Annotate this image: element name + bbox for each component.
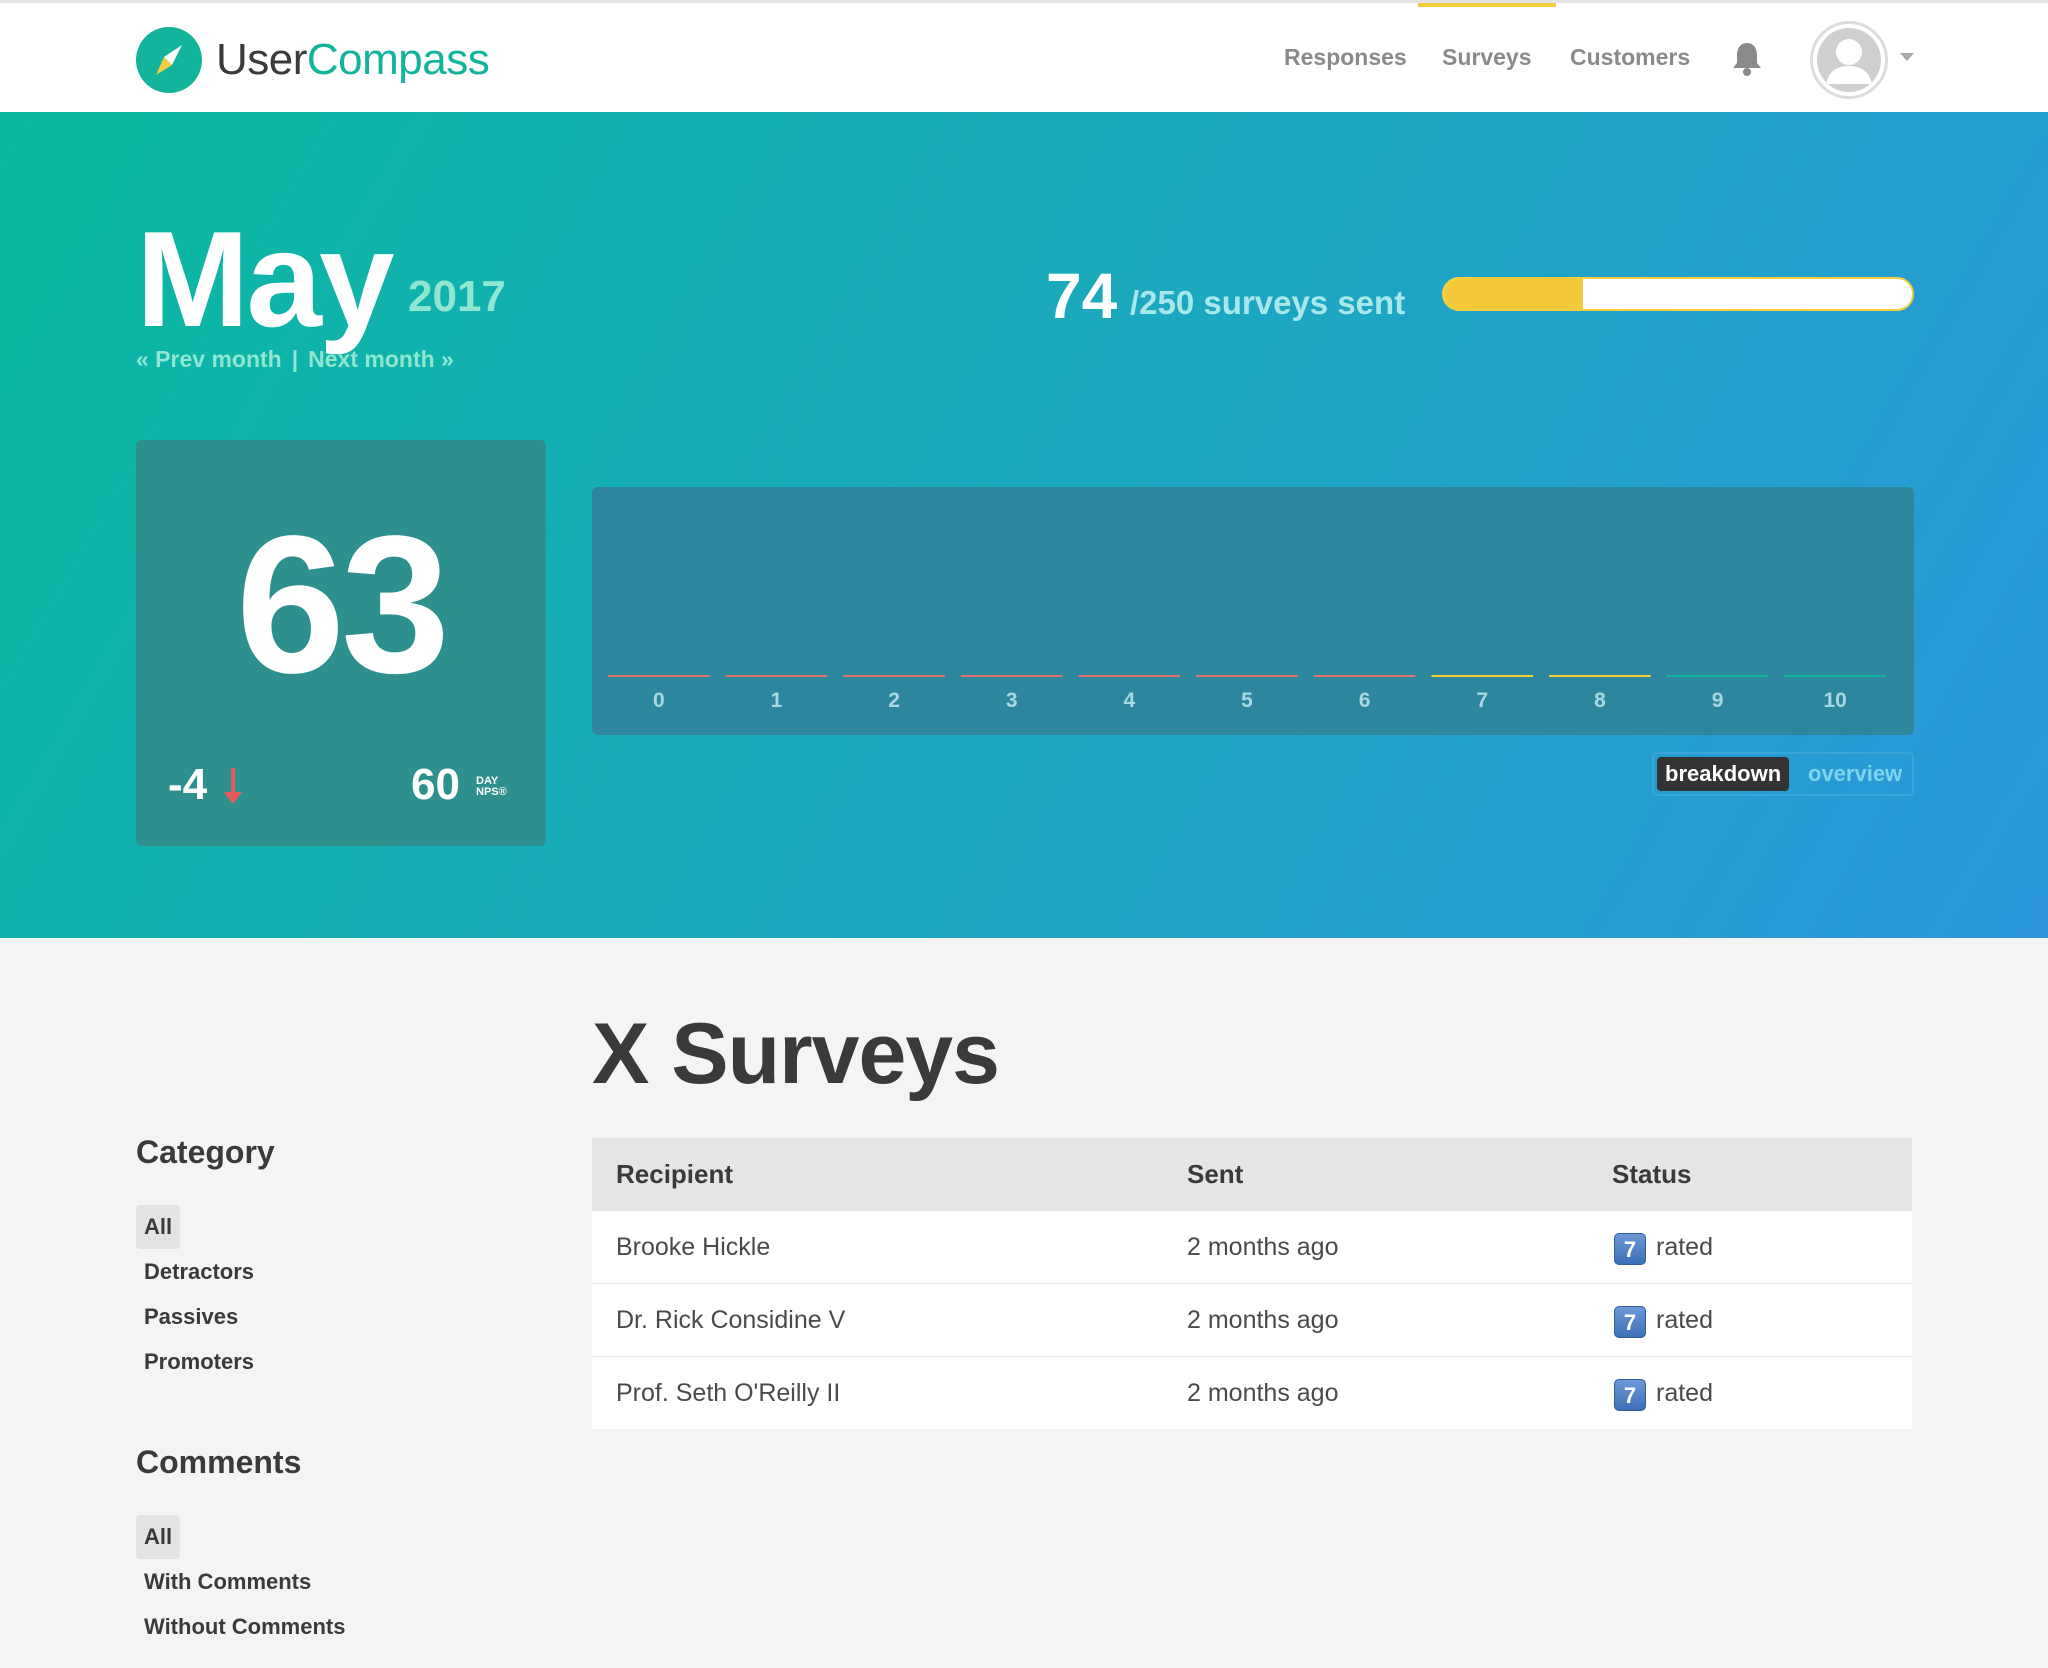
bar-score-8 xyxy=(1549,675,1651,677)
comments-filter-with-comments[interactable]: With Comments xyxy=(136,1560,319,1604)
category-filter-detractors[interactable]: Detractors xyxy=(136,1250,262,1294)
bar-score-6 xyxy=(1313,675,1416,677)
comments-filter-without-comments[interactable]: Without Comments xyxy=(136,1605,353,1649)
score-distribution-chart: 0 1 2 3 4 5 6 7 8 9 10 xyxy=(592,487,1914,735)
tick-label-6: 6 xyxy=(1359,689,1371,712)
column-header-sent[interactable]: Sent xyxy=(1187,1138,1243,1210)
tick-label-9: 9 xyxy=(1712,689,1724,712)
avatar-icon[interactable] xyxy=(1810,21,1888,99)
brand-name: UserCompass xyxy=(216,35,490,84)
category-filter-all[interactable]: All xyxy=(136,1205,181,1249)
bell-icon[interactable] xyxy=(1730,41,1764,77)
nps-change-value: -4 xyxy=(168,760,208,809)
table-row[interactable]: Dr. Rick Considine V 2 months ago 7 rate… xyxy=(592,1283,1912,1356)
chart-view-toggle: breakdown overview xyxy=(1652,752,1914,796)
table-header: Recipient Sent Status xyxy=(592,1138,1912,1210)
chart-canvas: 0 1 2 3 4 5 6 7 8 9 10 xyxy=(608,675,1886,712)
nav-link-responses[interactable]: Responses xyxy=(1284,3,1407,112)
nav-link-surveys[interactable]: Surveys xyxy=(1418,3,1555,112)
sent-cell: 2 months ago xyxy=(1187,1233,1339,1261)
surveys-table: Recipient Sent Status Brooke Hickle 2 mo… xyxy=(592,1138,1912,1429)
comments-heading: Comments xyxy=(136,1444,302,1480)
nps-score: 63 xyxy=(235,495,450,714)
page-title: X Surveys xyxy=(592,1006,1000,1102)
sent-cell: 2 months ago xyxy=(1187,1306,1339,1334)
tick-label-3: 3 xyxy=(1006,689,1018,712)
score-badge: 7 xyxy=(1614,1306,1646,1338)
bar-score-2 xyxy=(843,675,945,677)
nps-score-card: 63 -4 60 DAY NPS® xyxy=(136,440,546,846)
caret-down-icon[interactable] xyxy=(1900,53,1914,61)
tick-label-4: 4 xyxy=(1124,689,1136,712)
status-cell: rated xyxy=(1656,1306,1713,1334)
table-row[interactable]: Brooke Hickle 2 months ago 7 rated xyxy=(592,1210,1912,1283)
tick-label-5: 5 xyxy=(1241,689,1253,712)
status-cell: rated xyxy=(1656,1233,1713,1261)
bar-score-3 xyxy=(960,675,1063,677)
next-month-link[interactable]: Next month » xyxy=(308,346,454,372)
recipient-cell: Dr. Rick Considine V xyxy=(616,1306,846,1334)
progress-bar-fill xyxy=(1444,279,1583,309)
bar-score-4 xyxy=(1078,675,1181,677)
arrow-down-icon xyxy=(222,766,244,817)
sent-cell: 2 months ago xyxy=(1187,1379,1339,1407)
category-filter-promoters[interactable]: Promoters xyxy=(136,1340,262,1384)
score-badge: 7 xyxy=(1614,1233,1646,1265)
status-cell: rated xyxy=(1656,1379,1713,1407)
bar-score-0 xyxy=(608,675,710,677)
bar-score-9 xyxy=(1666,675,1769,677)
month-summary-hero: May 2017 « Prev month | Next month » 74 /2… xyxy=(0,112,2048,938)
overview-toggle-button[interactable]: overview xyxy=(1800,757,1910,791)
column-header-status[interactable]: Status xyxy=(1612,1138,1691,1210)
bar-score-1 xyxy=(725,675,828,677)
month-title: May xyxy=(136,203,395,355)
score-badge: 7 xyxy=(1614,1379,1646,1411)
recipient-cell: Brooke Hickle xyxy=(616,1233,771,1261)
sixty-day-nps-label: DAY NPS® xyxy=(476,775,507,798)
recipient-cell: Prof. Seth O'Reilly II xyxy=(616,1379,841,1407)
month-nav-separator: | xyxy=(291,346,299,372)
breakdown-toggle-button[interactable]: breakdown xyxy=(1657,757,1790,791)
sixty-day-nps-value: 60 xyxy=(411,760,460,809)
tick-label-7: 7 xyxy=(1476,689,1488,712)
nps-change: -4 xyxy=(168,760,242,810)
month-navigation: « Prev month | Next month » xyxy=(136,346,454,373)
nav-link-customers[interactable]: Customers xyxy=(1570,3,1690,112)
brand-logo[interactable]: UserCompass xyxy=(136,27,490,93)
prev-month-link[interactable]: « Prev month xyxy=(136,346,282,372)
top-navbar: UserCompass Responses Surveys Customers xyxy=(0,0,2048,112)
surveys-sent-count: 74 xyxy=(1046,260,1118,332)
tick-label-2: 2 xyxy=(888,689,900,712)
surveys-sent-progress-bar xyxy=(1442,277,1914,311)
table-row[interactable]: Prof. Seth O'Reilly II 2 months ago 7 ra… xyxy=(592,1356,1912,1429)
category-filter-passives[interactable]: Passives xyxy=(136,1295,246,1339)
column-header-recipient[interactable]: Recipient xyxy=(616,1138,733,1210)
bar-score-10 xyxy=(1784,675,1886,677)
tick-label-10: 10 xyxy=(1824,689,1847,712)
bar-score-5 xyxy=(1196,675,1298,677)
tick-label-1: 1 xyxy=(771,689,783,712)
compass-icon xyxy=(136,27,202,93)
comments-filter-all[interactable]: All xyxy=(136,1515,181,1559)
tick-label-0: 0 xyxy=(653,689,665,712)
surveys-sent-label: /250 surveys sent xyxy=(1130,284,1406,321)
year-label: 2017 xyxy=(408,272,506,321)
bar-score-7 xyxy=(1431,675,1534,677)
tick-label-8: 8 xyxy=(1594,689,1606,712)
category-heading: Category xyxy=(136,1134,275,1170)
